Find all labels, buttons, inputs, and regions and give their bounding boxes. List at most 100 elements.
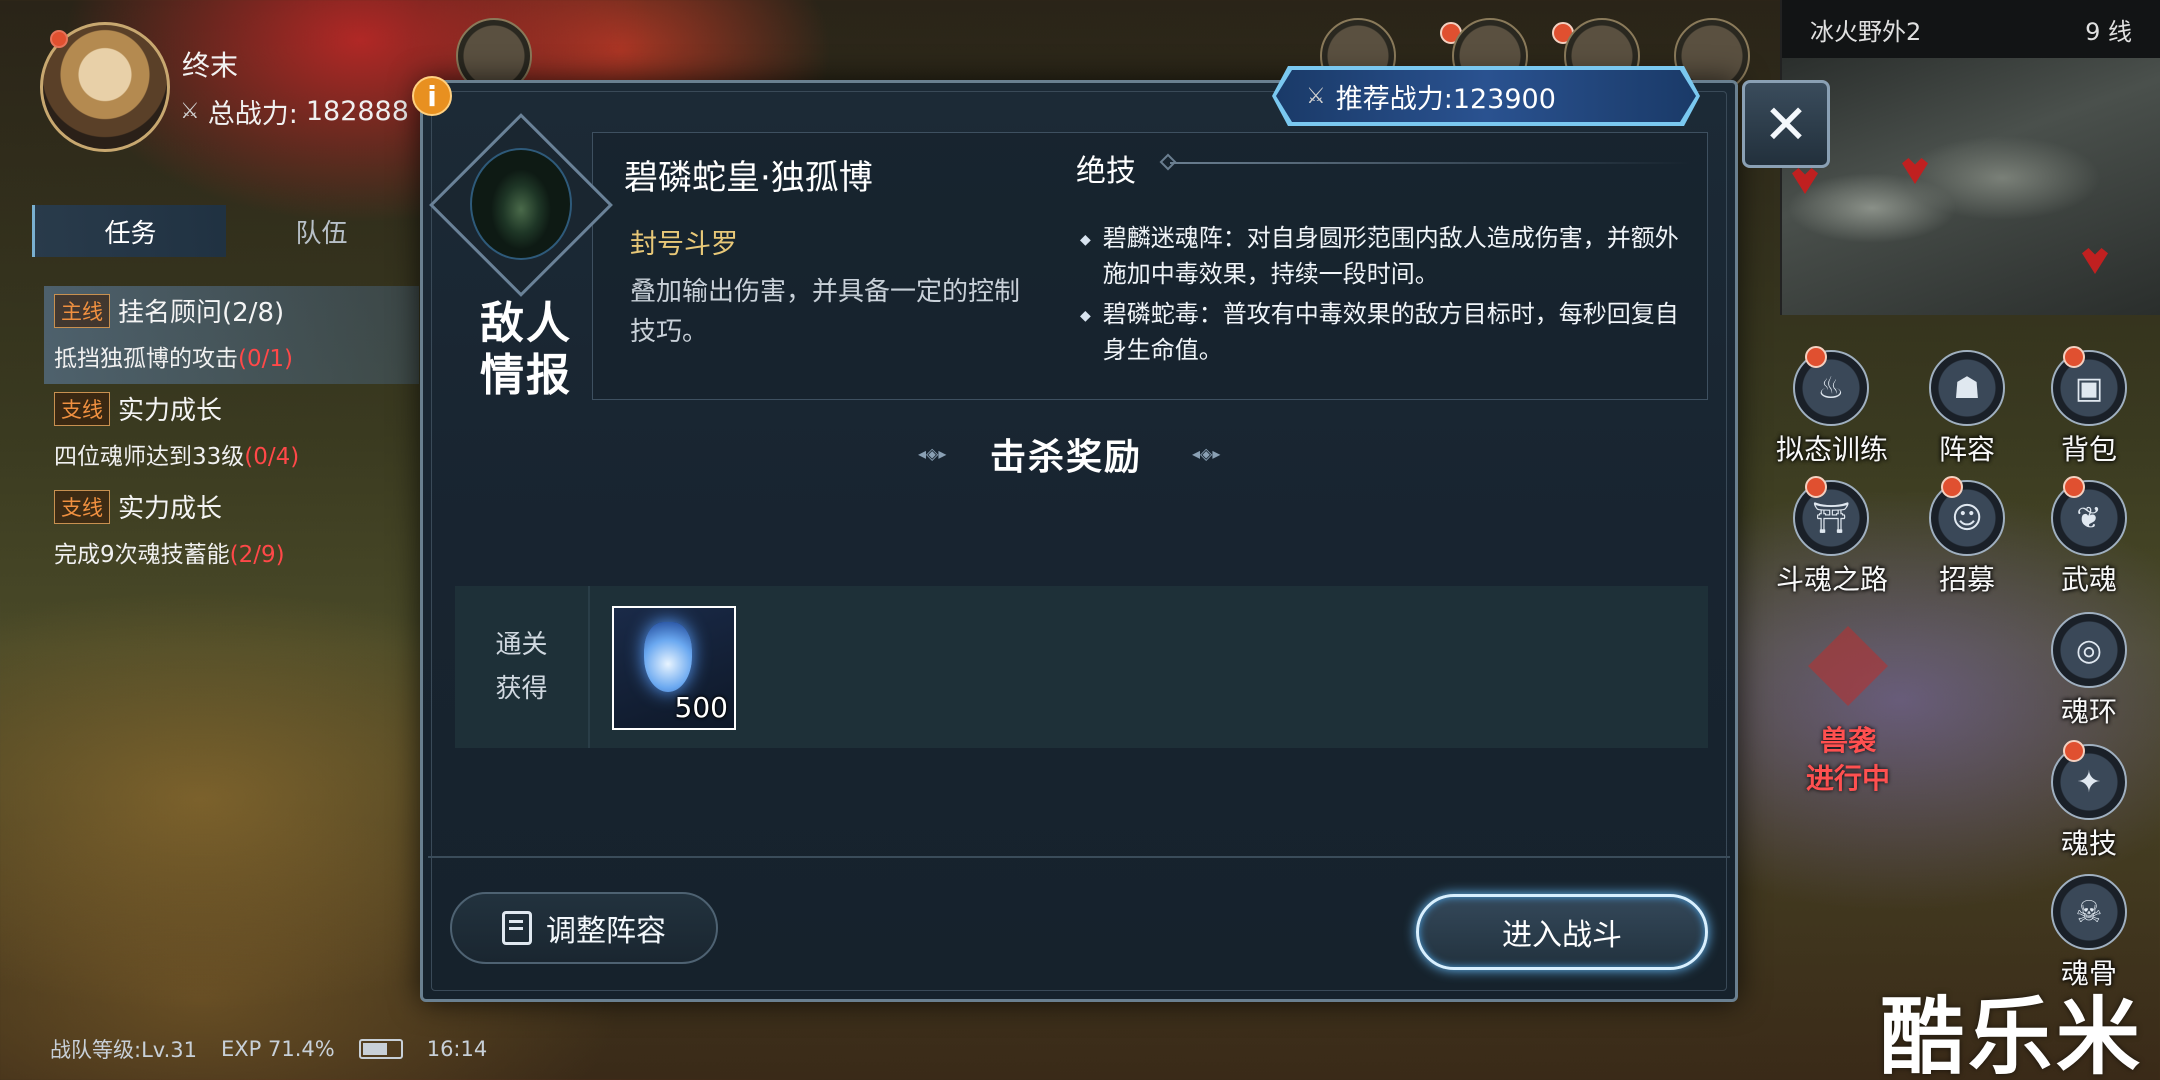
side-button-mimic-training[interactable]: ♨ 拟态训练: [1776, 346, 1889, 468]
reward-title: 击杀奖励: [990, 437, 1143, 478]
enemy-marker-icon: [1902, 158, 1928, 184]
document-icon: [502, 911, 532, 945]
skill-item: ◆ 碧磷蛇毒：普攻有中毒效果的敌方目标时，每秒回复自身生命值。: [1080, 296, 1680, 368]
team-icon: ☗: [1929, 350, 2005, 426]
quest-desc: 完成9次魂技蓄能: [54, 542, 230, 568]
beast-status-title: 兽袭: [1819, 724, 1876, 757]
minimap-line[interactable]: 9 线: [2085, 12, 2132, 47]
bone-icon: ☠: [2051, 874, 2127, 950]
enemy-name: 碧磷蛇皇·独孤博: [624, 158, 873, 198]
recommended-power-banner: ⚔ 推荐战力:123900: [1276, 70, 1696, 122]
beast-status-state: 进行中: [1805, 762, 1890, 795]
notification-dot: [1805, 476, 1827, 498]
skill-icon: ✦: [2051, 740, 2127, 820]
backpack-icon: ▣: [2051, 346, 2127, 426]
player-name: 终末: [182, 49, 239, 82]
reward-label: 通关 获得: [455, 586, 590, 748]
quest-progress: (0/1): [238, 346, 293, 372]
footer-divider: [428, 856, 1730, 858]
soul-potion-icon: [644, 622, 692, 692]
enemy-description: 叠加输出伤害，并具备一定的控制技巧。: [630, 277, 1021, 347]
quest-progress: (2/9): [229, 542, 285, 568]
minimap[interactable]: 冰火野外2 9 线: [1780, 0, 2160, 315]
quest-item[interactable]: 主线 挂名顾问(2/8) 抵挡独孤博的攻击(0/1): [44, 286, 419, 384]
notification-dot: [1941, 476, 1963, 498]
side-button-martial-soul[interactable]: ❦ 武魂: [2034, 476, 2144, 598]
side-button-lineup[interactable]: ☗ 阵容: [1912, 350, 2022, 468]
skill-text: 碧麟迷魂阵：对自身圆形范围内敌人造成伤害，并额外施加中毒效果，持续一段时间。: [1102, 224, 1679, 288]
battery-icon: [358, 1039, 403, 1059]
quest-item[interactable]: 支线 实力成长 四位魂师达到33级(0/4): [44, 384, 419, 482]
recommended-power: 推荐战力:123900: [1335, 83, 1556, 115]
side-button-recruit[interactable]: ☺ 招募: [1912, 476, 2022, 598]
side-button-label: 招募: [1938, 563, 1995, 596]
adjust-lineup-button[interactable]: 调整阵容: [450, 892, 718, 964]
reward-label-line: 获得: [495, 674, 548, 704]
side-button-label: 背包: [2060, 433, 2117, 466]
quest-title: 实力成长: [118, 494, 223, 524]
crossed-swords-icon: ⚔: [1306, 83, 1326, 109]
diamond-bullet-icon: ◆: [1080, 308, 1091, 324]
reward-count: 500: [674, 691, 728, 724]
skills-heading: 绝技: [1076, 154, 1136, 189]
side-button-soul-skill[interactable]: ✦ 魂技: [2034, 740, 2144, 862]
quest-title: 实力成长: [118, 396, 223, 426]
enter-battle-label: 进入战斗: [1502, 918, 1622, 953]
side-button-label: 魂技: [2060, 827, 2117, 860]
enemy-info-label: 敌人情报: [480, 298, 572, 401]
minimap-area: 冰火野外2: [1810, 17, 1922, 46]
exp-percent: EXP 71.4%: [220, 1037, 335, 1061]
side-button-label: 魂环: [2060, 695, 2117, 728]
notification-dot: [2063, 346, 2085, 368]
quest-desc: 抵挡独孤博的攻击: [54, 346, 238, 372]
side-button-soul-ring[interactable]: ◎ 魂环: [2034, 612, 2144, 730]
quest-item[interactable]: 支线 实力成长 完成9次魂技蓄能(2/9): [44, 482, 419, 572]
enemy-title: 封号斗罗: [630, 229, 738, 260]
meditation-icon: ♨: [1793, 346, 1869, 426]
watermark: 酷乐米: [1880, 988, 2145, 1080]
notification-dot: [2063, 740, 2085, 762]
total-power-value: 182888: [305, 96, 409, 127]
quest-tabs: 任务 队伍: [32, 205, 417, 257]
adjust-lineup-label: 调整阵容: [546, 914, 666, 949]
close-button[interactable]: ✕: [1742, 80, 1830, 168]
enemy-marker-icon: [2082, 248, 2108, 274]
total-power-label: 总战力:: [207, 99, 298, 130]
close-icon: ✕: [1763, 92, 1809, 156]
beast-attack-status[interactable]: 兽袭 进行中: [1786, 722, 1910, 798]
quest-tag: 支线: [54, 391, 110, 426]
gate-icon: ⛩: [1793, 476, 1869, 556]
enemy-portrait: [470, 148, 572, 260]
status-bar: 战队等级:Lv.31 EXP 71.4% 16:14: [50, 1034, 487, 1064]
info-icon[interactable]: i: [412, 76, 452, 116]
notification-dot: [1805, 346, 1827, 368]
enter-battle-button[interactable]: 进入战斗: [1416, 894, 1708, 970]
quest-title: 挂名顾问(2/8): [118, 298, 285, 328]
beast-attack-icon[interactable]: [1808, 626, 1888, 706]
enemy-marker-icon: [1792, 168, 1818, 194]
team-level: 战队等级:Lv.31: [50, 1038, 197, 1062]
crossed-swords-icon: ⚔: [180, 99, 200, 124]
tab-tasks[interactable]: 任务: [32, 205, 226, 257]
side-button-label: 武魂: [2060, 563, 2117, 596]
notification-dot: [50, 30, 68, 48]
side-button-label: 斗魂之路: [1776, 563, 1889, 596]
player-info: 终末 ⚔ 总战力: 182888: [40, 22, 440, 152]
notification-dot: [2063, 476, 2085, 498]
quest-desc: 四位魂师达到33级: [54, 444, 245, 470]
ring-icon: ◎: [2051, 612, 2127, 688]
skills-divider: [1170, 162, 1690, 164]
minimap-header: 冰火野外2 9 线: [1782, 0, 2160, 58]
side-button-label: 阵容: [1938, 433, 1995, 466]
side-button-bag[interactable]: ▣ 背包: [2034, 346, 2144, 468]
ornament-left-icon: ◂◈▸: [918, 444, 947, 463]
side-button-label: 拟态训练: [1776, 433, 1889, 466]
ornament-right-icon: ◂◈▸: [1192, 444, 1221, 463]
minimap-body: [1782, 58, 2160, 315]
diamond-bullet-icon: ◆: [1080, 232, 1091, 248]
tab-team[interactable]: 队伍: [226, 205, 417, 257]
side-button-soul-road[interactable]: ⛩ 斗魂之路: [1776, 476, 1889, 598]
reward-item[interactable]: 500: [612, 606, 736, 730]
quest-progress: (0/4): [244, 444, 300, 470]
plant-icon: ❦: [2051, 476, 2127, 556]
